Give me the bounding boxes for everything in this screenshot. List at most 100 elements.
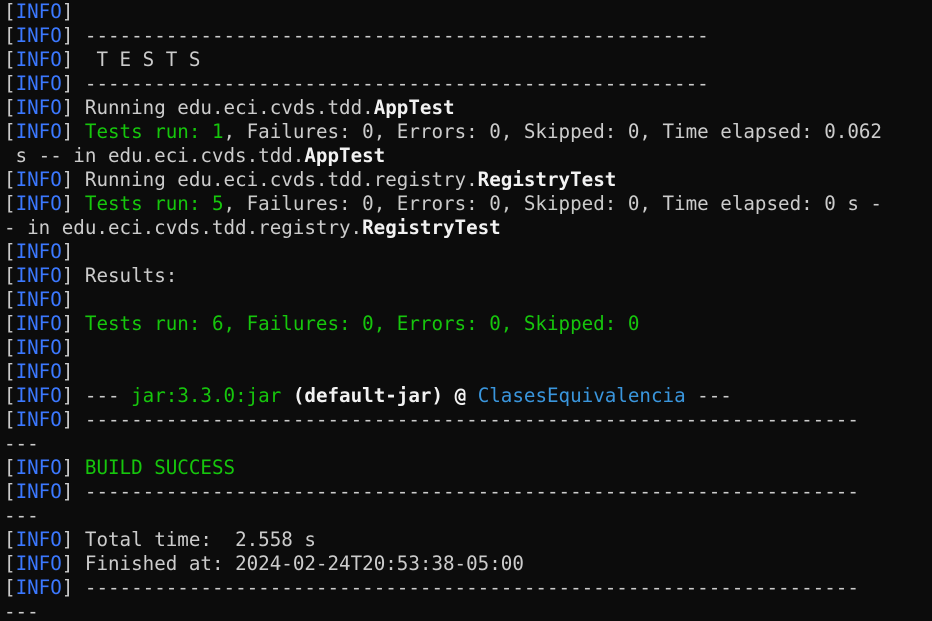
log-tag-bracket: ] — [61, 456, 74, 479]
log-text-segment: ----------------------------------------… — [73, 576, 859, 599]
log-text-segment: jar:3.3.0:jar — [131, 384, 282, 407]
log-level-tag: INFO — [15, 120, 62, 143]
log-level-tag: INFO — [15, 384, 62, 407]
log-tag-bracket: ] — [61, 264, 74, 287]
log-line: [INFO] ---------------------------------… — [4, 24, 932, 48]
terminal-output[interactable]: [INFO] [INFO] ---------------------------… — [0, 0, 932, 621]
log-tag-bracket: ] — [61, 408, 74, 431]
log-line: [INFO] — [4, 360, 932, 384]
log-line: [INFO] T E S T S — [4, 48, 932, 72]
log-tag-bracket: [ — [4, 72, 16, 95]
log-tag-bracket: ] — [61, 24, 74, 47]
log-text-segment: Results: — [73, 264, 178, 287]
log-line: [INFO] Tests run: 1, Failures: 0, Errors… — [4, 120, 932, 144]
log-tag-bracket: [ — [4, 96, 16, 119]
log-line: [INFO] — [4, 288, 932, 312]
log-text-segment: Tests run: 5 — [73, 192, 224, 215]
log-level-tag: INFO — [15, 72, 62, 95]
log-text-segment: AppTest — [373, 96, 455, 119]
log-line: [INFO] ---------------------------------… — [4, 576, 932, 600]
log-text-segment: - in edu.eci.cvds.tdd.registry. — [4, 216, 363, 239]
log-tag-bracket: ] — [61, 240, 74, 263]
log-tag-bracket: [ — [4, 192, 16, 215]
log-text-segment: ----------------------------------------… — [73, 72, 709, 95]
log-level-tag: INFO — [15, 528, 62, 551]
log-tag-bracket: [ — [4, 576, 16, 599]
log-tag-bracket: [ — [4, 408, 16, 431]
log-text-segment: Running edu.eci.cvds.tdd.registry. — [73, 168, 478, 191]
log-text-segment: s -- in edu.eci.cvds.tdd. — [4, 144, 305, 167]
log-line: [INFO] Running edu.eci.cvds.tdd.registry… — [4, 168, 932, 192]
log-tag-bracket: ] — [61, 288, 74, 311]
log-level-tag: INFO — [15, 408, 62, 431]
log-level-tag: INFO — [15, 552, 62, 575]
log-level-tag: INFO — [15, 336, 62, 359]
log-tag-bracket: ] — [61, 312, 74, 335]
log-tag-bracket: [ — [4, 312, 16, 335]
log-tag-bracket: [ — [4, 384, 16, 407]
log-tag-bracket: [ — [4, 48, 16, 71]
log-tag-bracket: [ — [4, 480, 16, 503]
log-tag-bracket: ] — [61, 384, 74, 407]
log-text-segment: RegistryTest — [477, 168, 617, 191]
log-text-segment: BUILD SUCCESS — [73, 456, 236, 479]
log-text-segment: Total time: 2.558 s — [73, 528, 316, 551]
log-tag-bracket: ] — [61, 576, 74, 599]
log-line: --- — [4, 600, 932, 621]
log-line: [INFO] Tests run: 6, Failures: 0, Errors… — [4, 312, 932, 336]
log-text-segment: --- — [4, 600, 39, 621]
log-tag-bracket: [ — [4, 168, 16, 191]
log-tag-bracket: ] — [61, 192, 74, 215]
log-text-segment: RegistryTest — [362, 216, 501, 239]
log-text-segment: , Failures: 0, Errors: 0, Skipped: 0, Ti… — [223, 120, 882, 143]
log-line: [INFO] ---------------------------------… — [4, 72, 932, 96]
log-tag-bracket: [ — [4, 264, 16, 287]
log-text-segment: Tests run: 6, Failures: 0, Errors: 0, Sk… — [73, 312, 640, 335]
log-tag-bracket: ] — [61, 0, 74, 23]
log-line: --- — [4, 504, 932, 528]
log-line: [INFO] --- jar:3.3.0:jar (default-jar) @… — [4, 384, 932, 408]
log-text-segment: T E S T S — [73, 48, 201, 71]
log-tag-bracket: [ — [4, 552, 16, 575]
log-tag-bracket: [ — [4, 360, 16, 383]
log-level-tag: INFO — [15, 0, 62, 23]
log-text-segment: --- — [685, 384, 732, 407]
log-line: - in edu.eci.cvds.tdd.registry.RegistryT… — [4, 216, 932, 240]
log-tag-bracket: [ — [4, 528, 16, 551]
log-tag-bracket: ] — [61, 360, 74, 383]
log-level-tag: INFO — [15, 48, 62, 71]
log-tag-bracket: [ — [4, 336, 16, 359]
log-level-tag: INFO — [15, 360, 62, 383]
log-tag-bracket: [ — [4, 0, 16, 23]
log-line: [INFO] Finished at: 2024-02-24T20:53:38-… — [4, 552, 932, 576]
log-line: [INFO] Total time: 2.558 s — [4, 528, 932, 552]
log-tag-bracket: ] — [61, 168, 74, 191]
log-text-segment: AppTest — [304, 144, 386, 167]
log-tag-bracket: [ — [4, 456, 16, 479]
log-text-segment: Running edu.eci.cvds.tdd. — [73, 96, 374, 119]
log-level-tag: INFO — [15, 264, 62, 287]
log-line: [INFO] Results: — [4, 264, 932, 288]
log-line: [INFO] BUILD SUCCESS — [4, 456, 932, 480]
log-text-segment: --- — [4, 432, 39, 455]
log-tag-bracket: ] — [61, 120, 74, 143]
log-tag-bracket: [ — [4, 240, 16, 263]
log-text-segment: --- — [73, 384, 132, 407]
log-text-segment: ClasesEquivalencia — [477, 384, 686, 407]
log-level-tag: INFO — [15, 24, 62, 47]
log-level-tag: INFO — [15, 240, 62, 263]
log-level-tag: INFO — [15, 312, 62, 335]
log-text-segment: , Failures: 0, Errors: 0, Skipped: 0, Ti… — [223, 192, 882, 215]
log-tag-bracket: ] — [61, 528, 74, 551]
log-tag-bracket: [ — [4, 288, 16, 311]
log-tag-bracket: ] — [61, 96, 74, 119]
log-text-segment: --- — [4, 504, 39, 527]
log-text-segment: ----------------------------------------… — [73, 24, 709, 47]
log-level-tag: INFO — [15, 576, 62, 599]
log-text-segment: (default-jar) @ — [281, 384, 478, 407]
log-tag-bracket: ] — [61, 336, 74, 359]
log-level-tag: INFO — [15, 168, 62, 191]
log-text-segment: Tests run: 1 — [73, 120, 224, 143]
log-line: [INFO] Running edu.eci.cvds.tdd.AppTest — [4, 96, 932, 120]
log-line: --- — [4, 432, 932, 456]
